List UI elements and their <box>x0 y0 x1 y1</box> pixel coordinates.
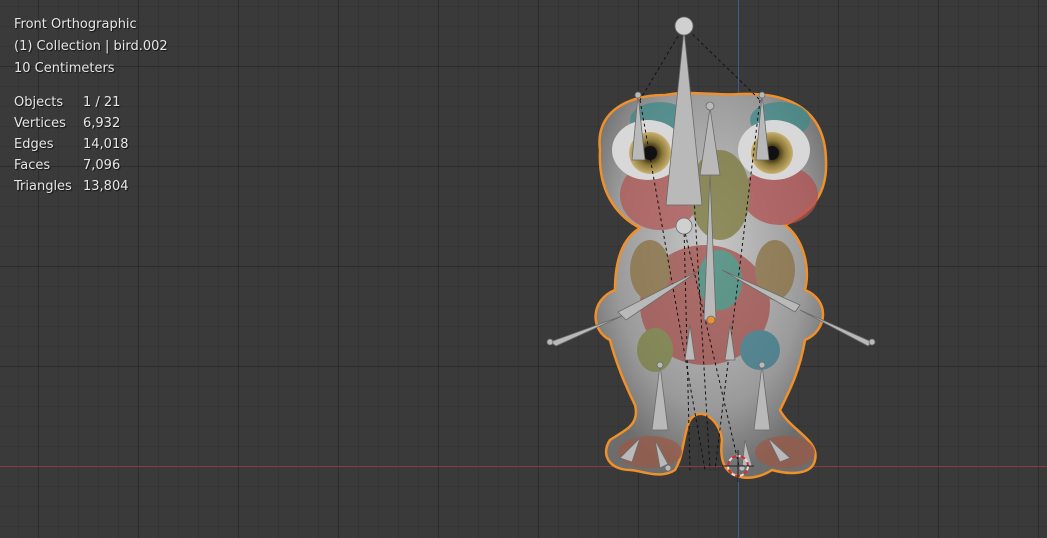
3d-viewport[interactable]: Front Orthographic (1) Collection | bird… <box>0 0 1047 538</box>
bird-model[interactable] <box>0 0 1047 538</box>
right-eye <box>738 120 810 180</box>
